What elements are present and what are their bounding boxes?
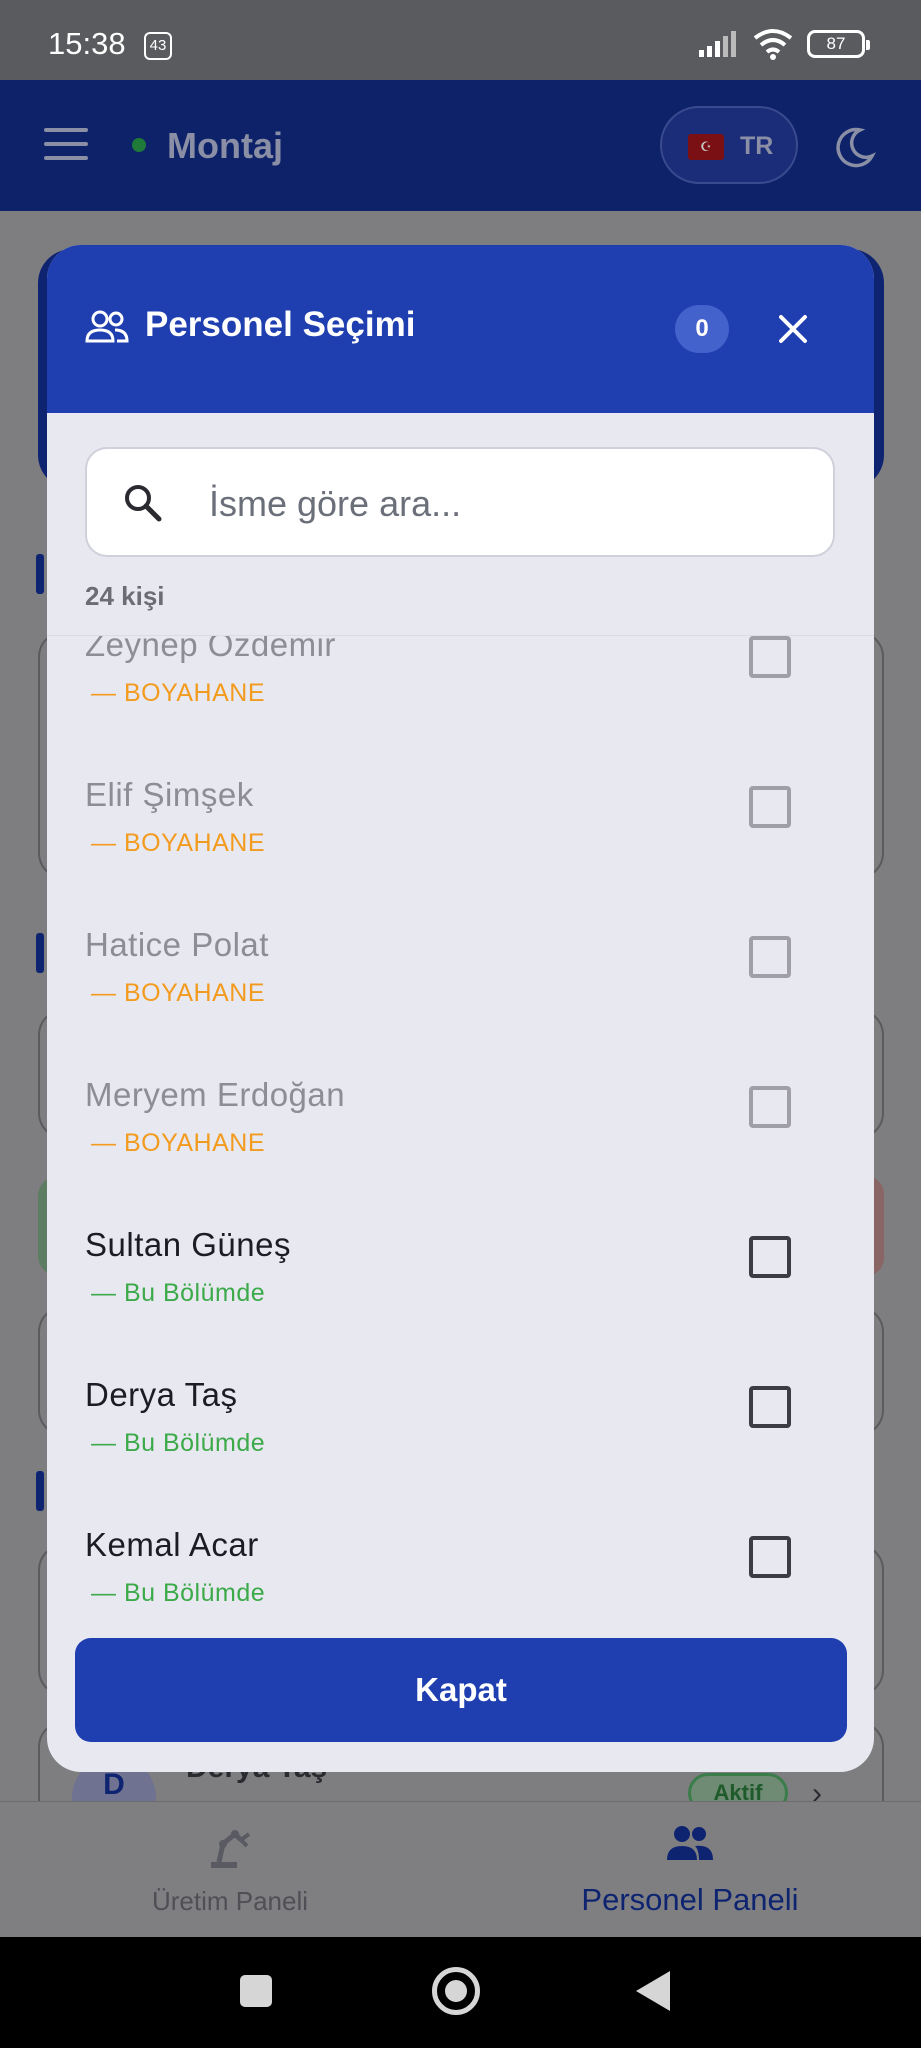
people-list-inner: Zeynep Özdemir — BOYAHANE Elif Şimşek — BOY… xyxy=(47,635,874,1603)
person-name: Kemal Acar xyxy=(85,1526,259,1563)
person-department: — Bu Bölümde xyxy=(91,1429,266,1457)
people-icon xyxy=(667,1826,713,1860)
nav-production-panel[interactable]: Üretim Paneli xyxy=(0,1802,460,1938)
language-selector[interactable]: ☪ TR xyxy=(660,106,798,184)
people-list-scroll[interactable]: Zeynep Özdemir — BOYAHANE Elif Şimşek — BOY… xyxy=(47,635,874,1603)
list-item[interactable]: Derya Taş — Bu Bölümde xyxy=(47,1336,874,1486)
status-bar: 15:38 43 87 xyxy=(0,0,921,80)
select-checkbox xyxy=(749,936,791,978)
people-list[interactable]: Zeynep Özdemir — BOYAHANE Elif Şimşek — BOY… xyxy=(47,635,874,1772)
recents-icon[interactable] xyxy=(240,1975,272,2007)
people-count-label: 24 kişi xyxy=(85,581,165,611)
search-input[interactable] xyxy=(209,477,809,531)
bottom-nav: Üretim Paneli Personel Paneli xyxy=(0,1801,921,1937)
menu-icon[interactable] xyxy=(44,128,88,162)
back-icon[interactable] xyxy=(636,1971,670,2011)
section-accent xyxy=(36,933,44,973)
app-bar: Montaj ☪ TR xyxy=(0,80,921,211)
list-item[interactable]: Meryem Erdoğan — BOYAHANE xyxy=(47,1036,874,1186)
person-name: Sultan Güneş xyxy=(85,1226,291,1263)
nav-label: Üretim Paneli xyxy=(151,1886,309,1916)
section-accent xyxy=(36,1471,44,1511)
dialog-title: Personel Seçimi xyxy=(145,305,416,344)
people-outline-icon xyxy=(85,310,129,343)
moon-icon[interactable] xyxy=(832,126,876,170)
online-indicator xyxy=(132,138,146,152)
list-item[interactable]: Elif Şimşek — BOYAHANE xyxy=(47,736,874,886)
home-icon[interactable] xyxy=(432,1967,480,2015)
select-checkbox xyxy=(749,1086,791,1128)
close-button[interactable]: Kapat xyxy=(75,1638,847,1742)
status-time: 15:38 xyxy=(48,26,126,61)
notification-badge: 43 xyxy=(144,32,172,60)
wifi-icon xyxy=(753,29,793,60)
person-name: Elif Şimşek xyxy=(85,776,254,813)
system-nav-bar xyxy=(0,1937,921,2048)
person-department: — Bu Bölümde xyxy=(91,1579,266,1603)
select-checkbox[interactable] xyxy=(749,1536,791,1578)
robot-arm-icon xyxy=(211,1830,251,1868)
status-icons: 87 xyxy=(699,28,870,60)
list-item[interactable]: Sultan Güneş — Bu Bölümde xyxy=(47,1186,874,1336)
nav-label: Personel Paneli xyxy=(581,1882,799,1917)
person-department: — BOYAHANE xyxy=(91,679,266,707)
section-accent xyxy=(36,554,44,594)
select-checkbox xyxy=(749,786,791,828)
list-item[interactable]: Kemal Acar — Bu Bölümde xyxy=(47,1486,874,1603)
person-name: Meryem Erdoğan xyxy=(85,1076,346,1113)
person-name: Hatice Polat xyxy=(85,926,269,963)
close-icon[interactable] xyxy=(775,311,811,347)
language-code: TR xyxy=(740,132,774,160)
dialog-header: Personel Seçimi 0 xyxy=(47,245,874,413)
person-department: — BOYAHANE xyxy=(91,979,266,1007)
search-field[interactable] xyxy=(85,447,835,557)
person-name: Zeynep Özdemir xyxy=(85,635,336,663)
staff-selection-dialog: Personel Seçimi 0 24 kişi Zeynep Özdemir… xyxy=(47,245,874,1772)
person-department: — BOYAHANE xyxy=(91,829,266,857)
select-checkbox[interactable] xyxy=(749,1386,791,1428)
select-checkbox xyxy=(749,636,791,678)
list-item[interactable]: Zeynep Özdemir — BOYAHANE xyxy=(47,635,874,736)
page-title: Montaj xyxy=(167,125,283,166)
battery-icon: 87 xyxy=(807,30,870,58)
selected-count-badge: 0 xyxy=(675,305,729,353)
signal-icon xyxy=(699,31,736,57)
select-checkbox[interactable] xyxy=(749,1236,791,1278)
turkey-flag-icon: ☪ xyxy=(688,134,724,160)
person-department: — BOYAHANE xyxy=(91,1129,266,1157)
person-department: — Bu Bölümde xyxy=(91,1279,266,1307)
person-name: Derya Taş xyxy=(85,1376,238,1413)
list-item[interactable]: Hatice Polat — BOYAHANE xyxy=(47,886,874,1036)
nav-staff-panel[interactable]: Personel Paneli xyxy=(460,1802,920,1938)
search-icon xyxy=(125,485,162,522)
